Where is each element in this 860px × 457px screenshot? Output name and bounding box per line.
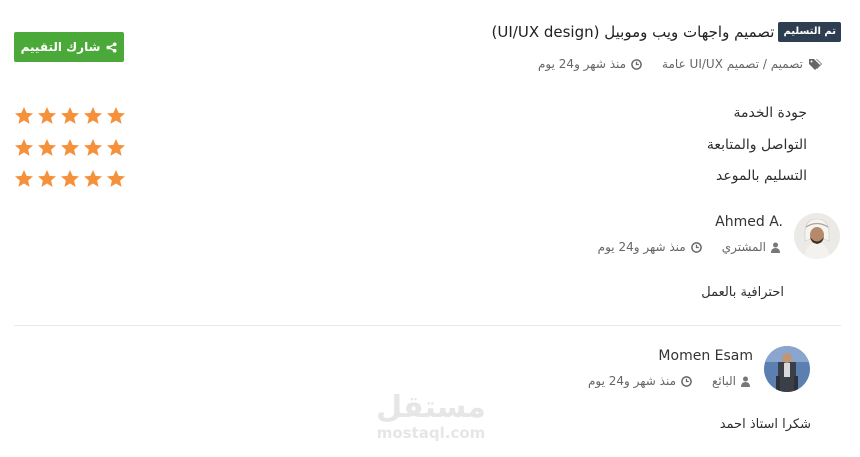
tags-icon [808,58,822,70]
reviewer-role-ahmed: المشتري [721,240,766,254]
project-time: منذ شهر و24 يوم [537,57,627,71]
star-icon [84,107,102,124]
star-icon [61,107,79,124]
reviewer-role-momen: البائع [712,374,736,388]
share-icon [106,41,117,53]
watermark-arabic: مستقل [376,390,486,425]
watermark-latin: mostaql.com [376,424,486,442]
clock-icon [631,58,642,70]
project-category[interactable]: تصميم / تصميم UI/UX عامة [662,57,803,71]
avatar-momen[interactable] [764,346,810,392]
avatar-ahmed[interactable] [794,213,840,259]
review-meta-momen: البائع منذ شهر و24 يوم [588,374,750,388]
review-divider [14,325,841,326]
star-icon [15,139,33,156]
star-icon [107,170,125,187]
review-comment-momen: شكرا استاذ احمد [719,417,811,432]
project-header: تم التسليم تصميم واجهات ويب وموبيل (UI/U… [492,22,841,42]
star-icon [61,139,79,156]
clock-icon [681,375,692,387]
star-icon [15,107,33,124]
star-icon [38,107,56,124]
star-icon [61,170,79,187]
star-icon [15,170,33,187]
clock-icon [690,241,702,253]
project-meta: تصميم / تصميم UI/UX عامة منذ شهر و24 يوم [538,57,822,71]
reviewer-name-ahmed[interactable]: Ahmed A. [715,214,783,230]
star-icon [84,139,102,156]
star-icon [107,107,125,124]
review-comment-ahmed: احترافية بالعمل [701,285,784,300]
rating-stars-communication [14,138,126,157]
rating-label-quality: جودة الخدمة [733,105,807,121]
star-icon [107,139,125,156]
mostaql-watermark: مستقل mostaql.com [376,390,486,443]
share-review-button[interactable]: شارك التقييم [14,32,124,62]
review-time-momen: منذ شهر و24 يوم [587,374,676,388]
star-icon [38,170,56,187]
review-time-ahmed: منذ شهر و24 يوم [597,240,686,254]
rating-stars-delivery [14,169,126,188]
reviewer-name-momen[interactable]: Momen Esam [658,348,753,364]
user-icon [771,242,780,253]
star-icon [38,139,56,156]
rating-label-communication: التواصل والمتابعة [706,137,807,153]
project-title[interactable]: تصميم واجهات ويب وموبيل (UI/UX design) [492,23,775,41]
user-icon [741,376,750,387]
share-button-label: شارك التقييم [20,40,101,54]
star-icon [84,170,102,187]
rating-stars-quality [14,106,126,125]
status-badge: تم التسليم [778,22,841,42]
review-meta-ahmed: المشتري منذ شهر و24 يوم [598,240,780,254]
rating-label-delivery: التسليم بالموعد [716,168,807,184]
